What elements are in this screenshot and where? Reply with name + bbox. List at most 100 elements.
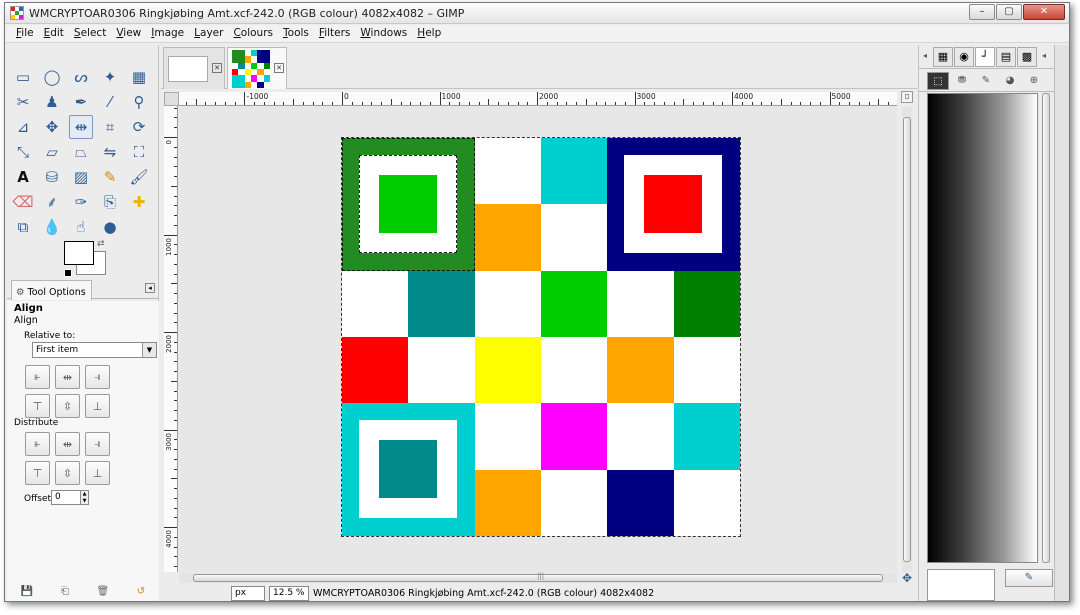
offset-input[interactable]: 0 [51, 490, 81, 505]
brush-tab-icon[interactable]: ✎ [975, 72, 997, 90]
shear-icon[interactable]: ▱ [40, 140, 64, 164]
foreground-select-icon[interactable]: ♟ [40, 90, 64, 114]
paintbrush-icon[interactable]: 🖌 [127, 165, 151, 189]
canvas[interactable] [179, 107, 897, 572]
fg-bg-colors[interactable]: ⇄ [64, 239, 110, 277]
minimize-button[interactable]: – [969, 4, 995, 20]
menu-view[interactable]: View [111, 25, 146, 42]
dock-scrollbar[interactable] [1042, 93, 1050, 563]
rotate-icon[interactable]: ⟳ [127, 115, 151, 139]
palettes-tab-icon[interactable]: ▩ [1017, 47, 1037, 67]
smudge-icon[interactable]: ☝ [69, 215, 93, 239]
palette-tab-icon[interactable]: ⊕ [1023, 72, 1045, 90]
unit-select[interactable]: px [231, 585, 265, 601]
distribute-center-h-icon[interactable]: ⇹ [55, 432, 80, 456]
horizontal-scrollbar[interactable]: ||| [179, 572, 897, 583]
swap-colors-icon[interactable]: ⇄ [97, 239, 105, 249]
distribute-right-icon[interactable]: ⫣ [85, 432, 110, 456]
measure-icon[interactable]: ⊿ [11, 115, 35, 139]
close-icon[interactable]: ✕ [212, 63, 222, 73]
image-tab-untitled[interactable]: ✕ [163, 47, 225, 89]
delete-options-icon[interactable]: 🗑 [96, 586, 109, 597]
flip-icon[interactable]: ⇋ [98, 140, 122, 164]
reset-colors-icon[interactable] [64, 269, 72, 277]
menu-tools[interactable]: Tools [278, 25, 314, 42]
dock-menu-icon[interactable]: ◂ [1042, 51, 1046, 60]
zoom-icon[interactable]: ⚲ [127, 90, 151, 114]
menu-layer[interactable]: Layer [189, 25, 228, 42]
horizontal-ruler[interactable]: -1000 0 1000 2000 3000 4000 5000 [179, 92, 897, 106]
channels-tab-icon[interactable]: ⛃ [951, 72, 973, 90]
menu-image[interactable]: Image [146, 25, 189, 42]
bucket-fill-icon[interactable]: ⛁ [40, 165, 64, 189]
gradients-tab-icon[interactable]: ▤ [996, 47, 1016, 67]
maximize-button[interactable]: ▢ [996, 4, 1022, 20]
align-bottom-edge-icon[interactable]: ⊥ [85, 394, 110, 418]
dock-scroll-left-icon[interactable]: ◂ [923, 51, 927, 60]
distribute-top-icon[interactable]: ⊤ [25, 461, 50, 485]
navigate-icon[interactable]: ✥ [902, 572, 914, 584]
tab-tool-options[interactable]: ⚙ Tool Options [11, 280, 92, 300]
close-button[interactable]: ✕ [1023, 4, 1065, 20]
text-icon[interactable]: A [11, 165, 35, 189]
scissors-icon[interactable]: ✂ [11, 90, 35, 114]
clone-icon[interactable]: ⎘ [98, 190, 122, 214]
ruler-corner[interactable] [164, 92, 179, 106]
menu-filters[interactable]: Filters [314, 25, 355, 42]
zoom-select[interactable]: 12.5 % [269, 585, 309, 601]
crop-icon[interactable]: ⌗ [98, 115, 122, 139]
vertical-ruler[interactable]: 0 1000 2000 3000 4000 [164, 106, 178, 572]
paths-icon[interactable]: ✒ [69, 90, 93, 114]
fuzzy-select-icon[interactable]: ✦ [98, 65, 122, 89]
gradient-preview[interactable] [927, 93, 1038, 563]
rect-select-icon[interactable]: ▭ [11, 65, 35, 89]
blend-icon[interactable]: ▨ [69, 165, 93, 189]
menu-windows[interactable]: Windows [355, 25, 412, 42]
eraser-icon[interactable]: ⌫ [11, 190, 35, 214]
color-tab-icon[interactable]: ◕ [999, 72, 1021, 90]
reset-options-icon[interactable]: ↺ [137, 586, 145, 597]
foreground-color-swatch[interactable] [64, 241, 94, 265]
quick-mask-icon[interactable]: ◻ [901, 91, 913, 103]
distribute-left-icon[interactable]: ⫦ [25, 432, 50, 456]
perspective-icon[interactable]: ⏢ [69, 140, 93, 164]
scale-icon[interactable]: ⤡ [11, 140, 35, 164]
patterns-tab-icon[interactable]: ▦ [933, 47, 953, 67]
heal-icon[interactable]: ✚ [127, 190, 151, 214]
menu-file[interactable]: File [11, 25, 39, 42]
cage-icon[interactable]: ⛶ [127, 140, 151, 164]
edit-gradient-button[interactable]: ✎ [1005, 569, 1053, 587]
align-center-h-icon[interactable]: ⇹ [55, 365, 80, 389]
color-select-icon[interactable]: ▦ [127, 65, 151, 89]
perspective-clone-icon[interactable]: ⧉ [11, 215, 35, 239]
move-icon[interactable]: ✥ [40, 115, 64, 139]
distribute-middle-v-icon[interactable]: ⇳ [55, 461, 80, 485]
vertical-scrollbar[interactable] [902, 107, 912, 572]
align-right-edge-icon[interactable]: ⫣ [85, 365, 110, 389]
free-select-icon[interactable]: ᔕ [69, 65, 93, 89]
menu-colours[interactable]: Colours [228, 25, 278, 42]
align-icon[interactable]: ⇹ [69, 115, 93, 139]
menu-edit[interactable]: Edit [39, 25, 69, 42]
restore-options-icon[interactable]: ⎗ [61, 586, 69, 597]
airbrush-icon[interactable]: ⸙ [40, 190, 64, 214]
blur-icon[interactable]: 💧 [40, 215, 64, 239]
menu-help[interactable]: Help [412, 25, 446, 42]
layers-tab-icon[interactable]: ⬚ [927, 72, 949, 90]
image-tab-active[interactable]: ✕ [227, 47, 287, 89]
image-content[interactable] [341, 137, 741, 537]
align-left-edge-icon[interactable]: ⫦ [25, 365, 50, 389]
offset-spin-icon[interactable]: ▲ ▼ [81, 490, 89, 505]
color-picker-icon[interactable]: ⁄ [98, 90, 122, 114]
align-top-edge-icon[interactable]: ⊤ [25, 394, 50, 418]
brushes-tab-icon[interactable]: ◉ [954, 47, 974, 67]
dock-menu-arrow-icon[interactable]: ◂ [145, 283, 155, 293]
ink-icon[interactable]: ✑ [69, 190, 93, 214]
pencil-icon[interactable]: ✎ [98, 165, 122, 189]
align-middle-v-icon[interactable]: ⇳ [55, 394, 80, 418]
close-icon[interactable]: ✕ [274, 63, 284, 73]
dodge-burn-icon[interactable]: ● [98, 215, 122, 239]
ellipse-select-icon[interactable]: ◯ [40, 65, 64, 89]
distribute-bottom-icon[interactable]: ⊥ [85, 461, 110, 485]
relative-to-select[interactable]: First item ▼ [32, 342, 157, 358]
